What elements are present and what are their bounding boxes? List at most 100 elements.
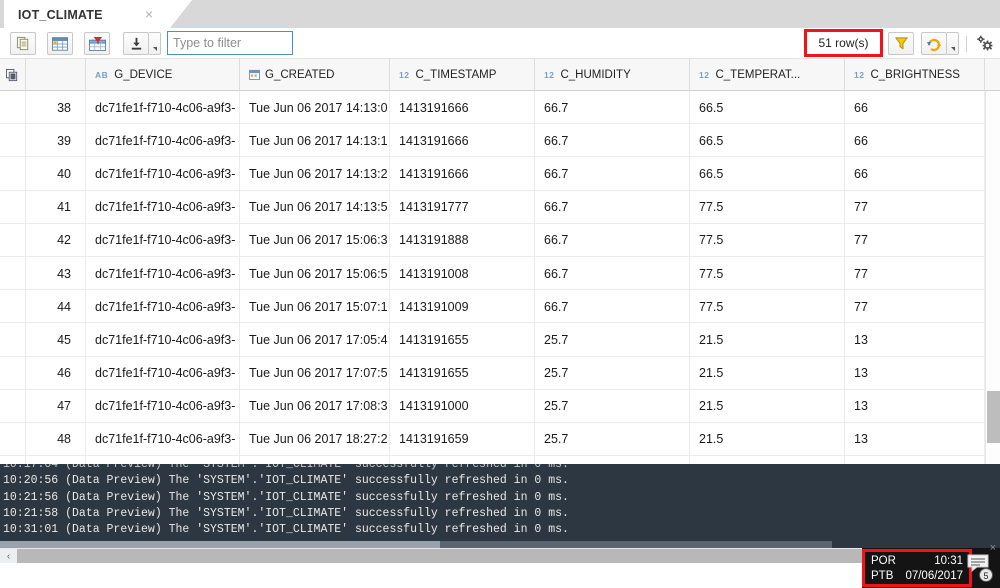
- c-timestamp-cell[interactable]: 1413191659: [390, 422, 535, 457]
- table-row[interactable]: 38 dc71fe1f-f710-4c06-a9f3- Tue Jun 06 201…: [0, 91, 1000, 125]
- table-row[interactable]: 45 dc71fe1f-f710-4c06-a9f3- Tue Jun 06 201…: [0, 323, 1000, 357]
- console-horizontal-scrollbar[interactable]: [0, 541, 832, 548]
- c-brightness-cell[interactable]: 13: [845, 323, 985, 357]
- column-header-c-temperature[interactable]: 12 C_TEMPERAT...: [690, 59, 845, 91]
- row-number-cell[interactable]: 41: [26, 190, 86, 224]
- table-row[interactable]: 46 dc71fe1f-f710-4c06-a9f3- Tue Jun 06 201…: [0, 356, 1000, 390]
- c-brightness-cell[interactable]: 13: [845, 356, 985, 390]
- row-number-cell[interactable]: 46: [26, 356, 86, 390]
- c-temperature-cell[interactable]: 77.5: [690, 190, 845, 224]
- column-header-c-brightness[interactable]: 12 C_BRIGHTNESS: [845, 59, 985, 91]
- c-timestamp-cell[interactable]: 1413191655: [390, 323, 535, 357]
- g-created-cell[interactable]: Tue Jun 06 2017 15:06:5: [240, 256, 390, 291]
- row-number-cell[interactable]: 44: [26, 290, 86, 324]
- c-brightness-cell[interactable]: 13: [845, 422, 985, 457]
- g-created-cell[interactable]: Tue Jun 06 2017 14:13:5: [240, 190, 390, 224]
- filter-funnel-icon[interactable]: [888, 32, 914, 55]
- c-humidity-cell[interactable]: 66.7: [535, 290, 690, 324]
- row-selector-cell[interactable]: [0, 256, 26, 290]
- c-humidity-cell[interactable]: 25.7: [535, 422, 690, 457]
- g-device-cell[interactable]: dc71fe1f-f710-4c06-a9f3-: [86, 356, 240, 390]
- g-created-cell[interactable]: Tue Jun 06 2017 14:13:1: [240, 124, 390, 158]
- clock-highlight-box[interactable]: POR 10:31 PTB 07/06/2017: [862, 549, 972, 587]
- c-timestamp-cell[interactable]: 1413191666: [390, 124, 535, 158]
- row-selector-cell[interactable]: [0, 124, 26, 157]
- row-selector-cell[interactable]: [0, 190, 26, 223]
- g-created-cell[interactable]: Tue Jun 06 2017 17:08:3: [240, 389, 390, 423]
- column-header-g-device[interactable]: AB G_DEVICE: [86, 59, 240, 91]
- c-brightness-cell[interactable]: 13: [845, 456, 985, 464]
- c-timestamp-cell[interactable]: 1413191000: [390, 389, 535, 423]
- tab-iot-climate[interactable]: IOT_CLIMATE ×: [4, 0, 170, 28]
- g-device-cell[interactable]: dc71fe1f-f710-4c06-a9f3-: [86, 157, 240, 191]
- row-number-cell[interactable]: 48: [26, 422, 86, 457]
- c-timestamp-cell[interactable]: 1413191888: [390, 223, 535, 257]
- c-brightness-cell[interactable]: 77: [845, 190, 985, 224]
- g-device-cell[interactable]: dc71fe1f-f710-4c06-a9f3-: [86, 190, 240, 224]
- c-temperature-cell[interactable]: 21.5: [690, 389, 845, 423]
- g-device-cell[interactable]: dc71fe1f-f710-4c06-a9f3-: [86, 223, 240, 257]
- row-selector-cell[interactable]: [0, 323, 26, 356]
- row-selector-cell[interactable]: [0, 157, 26, 190]
- widget-close-icon[interactable]: ×: [990, 542, 996, 554]
- c-timestamp-cell[interactable]: 1413191009: [390, 290, 535, 324]
- c-timestamp-cell[interactable]: 1413191985: [390, 456, 535, 464]
- row-number-cell[interactable]: 45: [26, 323, 86, 357]
- c-temperature-cell[interactable]: 66.5: [690, 124, 845, 158]
- column-header-c-humidity[interactable]: 12 C_HUMIDITY: [535, 59, 690, 91]
- row-number-cell[interactable]: 49: [26, 456, 86, 464]
- c-brightness-cell[interactable]: 77: [845, 223, 985, 257]
- c-temperature-cell[interactable]: 77.5: [690, 256, 845, 291]
- g-device-cell[interactable]: dc71fe1f-f710-4c06-a9f3-: [86, 389, 240, 423]
- g-created-cell[interactable]: Tue Jun 06 2017 18:27:2: [240, 422, 390, 457]
- scroll-left-button[interactable]: ‹: [0, 549, 17, 564]
- c-temperature-cell[interactable]: 21.5: [690, 456, 845, 464]
- c-timestamp-cell[interactable]: 1413191666: [390, 91, 535, 125]
- c-brightness-cell[interactable]: 66: [845, 91, 985, 125]
- row-selector-cell[interactable]: [0, 389, 26, 422]
- table-row[interactable]: 47 dc71fe1f-f710-4c06-a9f3- Tue Jun 06 201…: [0, 389, 1000, 423]
- export-dropdown-arrow-icon[interactable]: [149, 32, 161, 55]
- c-humidity-cell[interactable]: 66.7: [535, 223, 690, 257]
- c-humidity-cell[interactable]: 66.7: [535, 256, 690, 291]
- vertical-scrollbar[interactable]: [985, 91, 1000, 464]
- row-number-cell[interactable]: 38: [26, 91, 86, 125]
- g-created-cell[interactable]: Tue Jun 06 2017 17:05:4: [240, 323, 390, 357]
- g-created-cell[interactable]: Tue Jun 06 2017 14:13:0: [240, 91, 390, 125]
- g-device-cell[interactable]: dc71fe1f-f710-4c06-a9f3-: [86, 290, 240, 324]
- column-header-row-number[interactable]: [26, 59, 86, 91]
- table-row[interactable]: 42 dc71fe1f-f710-4c06-a9f3- Tue Jun 06 201…: [0, 223, 1000, 257]
- g-device-cell[interactable]: dc71fe1f-f710-4c06-a9f3-: [86, 256, 240, 291]
- table-row[interactable]: 44 dc71fe1f-f710-4c06-a9f3- Tue Jun 06 201…: [0, 290, 1000, 324]
- c-temperature-cell[interactable]: 66.5: [690, 91, 845, 125]
- table-grid-icon[interactable]: [47, 32, 73, 55]
- column-header-c-timestamp[interactable]: 12 C_TIMESTAMP: [390, 59, 535, 91]
- row-selector-cell[interactable]: [0, 223, 26, 256]
- row-number-cell[interactable]: 40: [26, 157, 86, 191]
- table-row[interactable]: 41 dc71fe1f-f710-4c06-a9f3- Tue Jun 06 201…: [0, 190, 1000, 224]
- table-row[interactable]: 43 dc71fe1f-f710-4c06-a9f3- Tue Jun 06 201…: [0, 256, 1000, 291]
- row-selector-cell[interactable]: [0, 290, 26, 323]
- g-created-cell[interactable]: Tue Jun 06 2017 15:07:1: [240, 290, 390, 324]
- search-input[interactable]: [167, 31, 293, 55]
- c-temperature-cell[interactable]: 21.5: [690, 356, 845, 390]
- c-humidity-cell[interactable]: 25.7: [535, 356, 690, 390]
- c-humidity-cell[interactable]: 66.7: [535, 124, 690, 158]
- c-brightness-cell[interactable]: 77: [845, 256, 985, 291]
- c-humidity-cell[interactable]: 0: [535, 456, 690, 464]
- c-brightness-cell[interactable]: 66: [845, 157, 985, 191]
- horizontal-scrollbar[interactable]: ‹: [0, 548, 1000, 564]
- c-humidity-cell[interactable]: 25.7: [535, 389, 690, 423]
- refresh-icon[interactable]: [921, 32, 947, 55]
- g-device-cell[interactable]: dc71fe1f-f710-4c06-a9f3-: [86, 323, 240, 357]
- g-created-cell[interactable]: Tue Jun 06 2017 14:13:2: [240, 157, 390, 191]
- c-brightness-cell[interactable]: 77: [845, 290, 985, 324]
- message-bubble-icon[interactable]: 5: [967, 554, 997, 584]
- row-number-cell[interactable]: 39: [26, 124, 86, 158]
- row-number-cell[interactable]: 42: [26, 223, 86, 257]
- c-temperature-cell[interactable]: 77.5: [690, 290, 845, 324]
- row-selector-cell[interactable]: [0, 91, 26, 124]
- g-created-cell[interactable]: Tue Jun 06 2017 15:06:3: [240, 223, 390, 257]
- row-number-cell[interactable]: 47: [26, 389, 86, 423]
- c-temperature-cell[interactable]: 77.5: [690, 223, 845, 257]
